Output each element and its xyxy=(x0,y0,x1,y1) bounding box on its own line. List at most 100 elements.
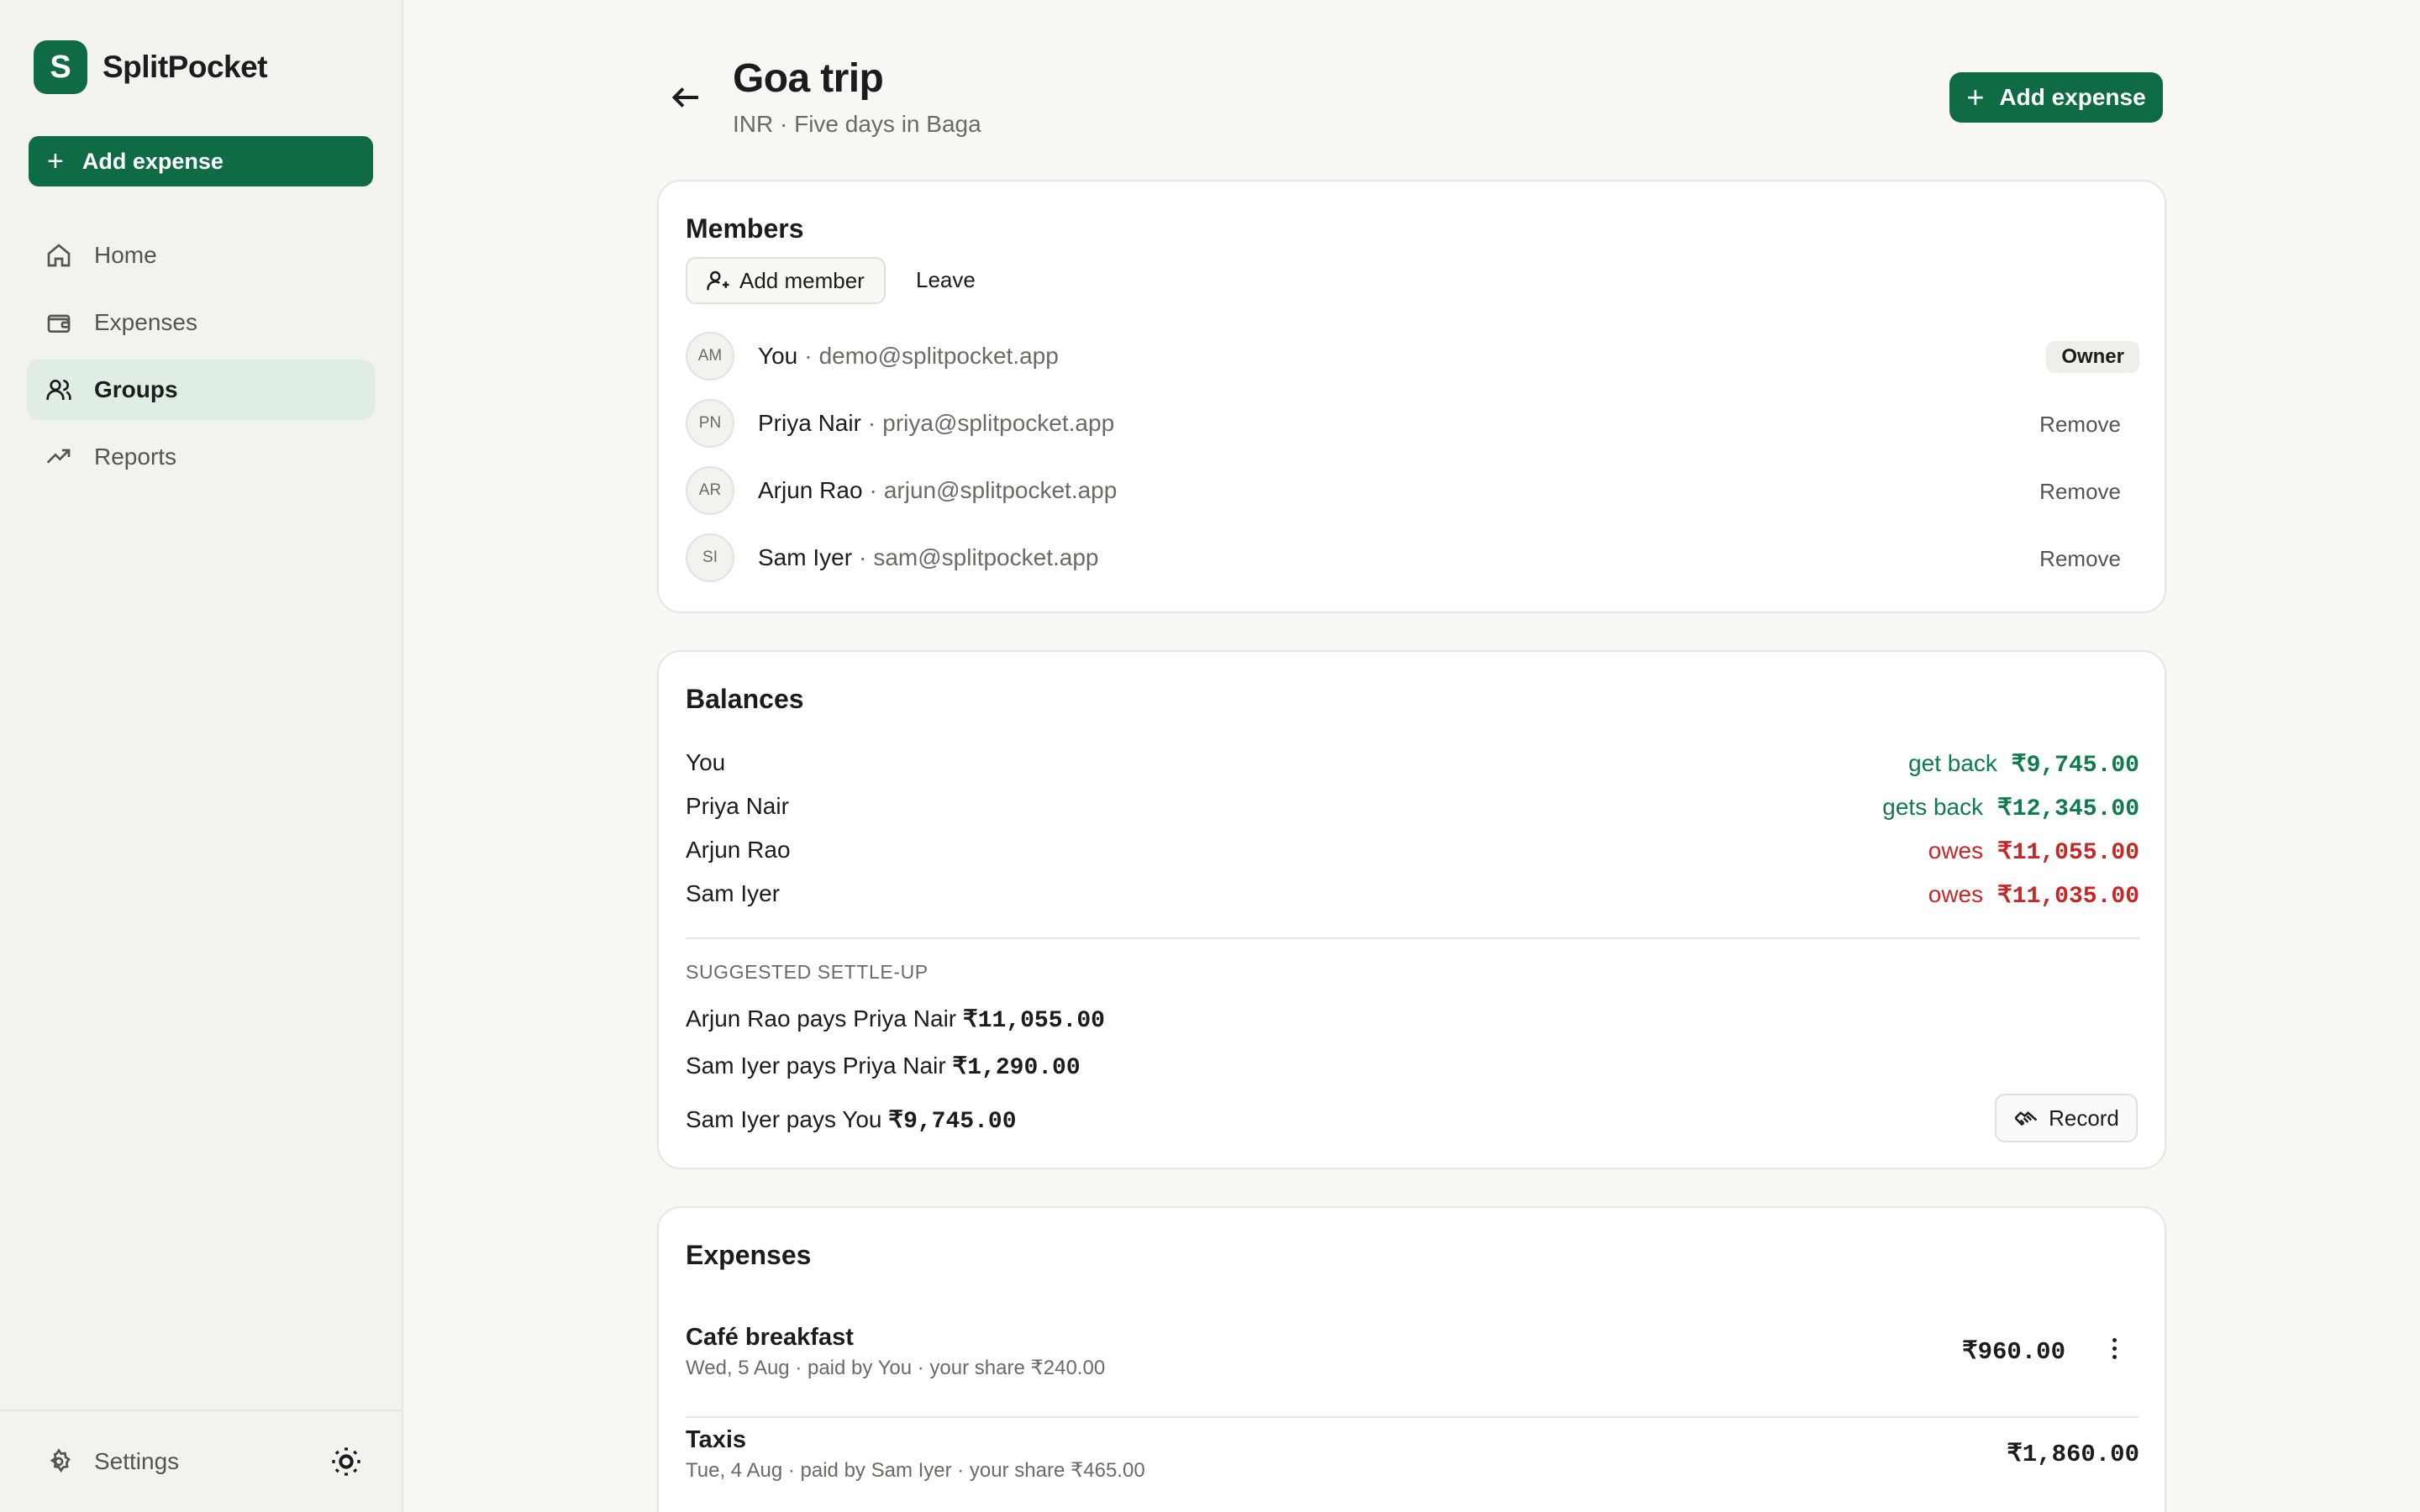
expense-amount: ₹1,860.00 xyxy=(2007,1441,2139,1468)
expense-name: Taxis xyxy=(686,1426,747,1453)
separator: · xyxy=(869,477,877,503)
balances-card: Balances You get back ₹9,745.00 Priya Na… xyxy=(657,650,2166,1169)
sidebar-footer: Settings xyxy=(0,1410,402,1512)
expenses-card: Expenses Café breakfast Wed, 5 Aug · pai… xyxy=(657,1206,2166,1512)
balance-amount: owes ₹11,035.00 xyxy=(1928,880,2139,910)
settle-up-label: SUGGESTED SETTLE-UP xyxy=(686,961,929,983)
remove-member-button[interactable]: Remove xyxy=(2039,479,2121,505)
sun-icon xyxy=(332,1447,360,1476)
theme-toggle-button[interactable] xyxy=(329,1445,366,1482)
avatar: AR xyxy=(686,466,734,515)
expense-name: Café breakfast xyxy=(686,1324,854,1351)
balance-value: ₹9,745.00 xyxy=(2011,753,2139,779)
balance-verb: gets back xyxy=(1882,794,1984,820)
members-title: Members xyxy=(686,213,804,244)
member-name: You xyxy=(758,343,798,369)
member-email: demo@splitpocket.app xyxy=(818,343,1059,369)
avatar: SI xyxy=(686,533,734,582)
balance-amount: get back ₹9,745.00 xyxy=(1908,749,2139,779)
home-icon xyxy=(47,244,71,267)
settle-amount: ₹11,055.00 xyxy=(962,1008,1105,1034)
balance-row: Priya Nair gets back ₹12,345.00 xyxy=(686,793,2139,827)
member-row: SI Sam Iyer · sam@splitpocket.app Remove xyxy=(686,533,2139,583)
expense-amount: ₹960.00 xyxy=(1962,1338,2065,1366)
settings-label: Settings xyxy=(94,1448,180,1474)
page-title: Goa trip xyxy=(733,56,884,101)
settle-row: Sam Iyer pays Priya Nair ₹1,290.00 xyxy=(686,1052,1081,1081)
settings-link[interactable]: Settings xyxy=(45,1448,179,1475)
balance-value: ₹11,055.00 xyxy=(1996,840,2139,866)
balance-value: ₹12,345.00 xyxy=(1996,796,2139,822)
back-button[interactable] xyxy=(671,84,701,111)
expense-meta: Wed, 5 Aug · paid by You · your share ₹2… xyxy=(686,1357,1106,1379)
settle-text: Arjun Rao pays Priya Nair xyxy=(686,1005,957,1032)
remove-member-button[interactable]: Remove xyxy=(2039,412,2121,438)
balance-row: You get back ₹9,745.00 xyxy=(686,749,2139,783)
owner-badge: Owner xyxy=(2046,341,2139,373)
sidebar-item-expenses[interactable]: Expenses xyxy=(27,292,375,353)
member-email: priya@splitpocket.app xyxy=(882,410,1115,436)
sidebar-item-label: Groups xyxy=(94,376,178,402)
member-email: sam@splitpocket.app xyxy=(873,544,1099,570)
expense-row[interactable]: Café breakfast Wed, 5 Aug · paid by You … xyxy=(686,1324,2139,1425)
add-member-label: Add member xyxy=(739,267,865,293)
sidebar-item-reports[interactable]: Reports xyxy=(27,427,375,487)
users-icon xyxy=(46,380,71,400)
settle-text: Sam Iyer pays You xyxy=(686,1106,882,1132)
avatar: PN xyxy=(686,399,734,448)
balance-row: Sam Iyer owes ₹11,035.00 xyxy=(686,880,2139,914)
app-root: S SplitPocket + Add expense Home Expense… xyxy=(0,0,2420,1512)
divider xyxy=(686,937,2139,939)
balance-amount: owes ₹11,055.00 xyxy=(1928,837,2139,866)
balance-amount: gets back ₹12,345.00 xyxy=(1882,793,2139,822)
app-name: SplitPocket xyxy=(103,50,268,84)
member-name: Priya Nair xyxy=(758,410,861,436)
balance-row: Arjun Rao owes ₹11,055.00 xyxy=(686,837,2139,870)
record-label: Record xyxy=(2049,1105,2119,1131)
plus-icon: + xyxy=(1966,80,1985,114)
sidebar-item-groups[interactable]: Groups xyxy=(27,360,375,420)
member-name: Arjun Rao xyxy=(758,477,863,503)
add-member-button[interactable]: Add member xyxy=(686,257,886,304)
separator: · xyxy=(867,410,876,436)
sidebar-nav: Home Expenses Groups Reports xyxy=(27,225,375,494)
balance-value: ₹11,035.00 xyxy=(1996,884,2139,910)
sidebar-item-label: Reports xyxy=(94,444,177,470)
expenses-title: Expenses xyxy=(686,1240,812,1270)
trending-up-icon xyxy=(46,449,71,464)
member-row: AM You · demo@splitpocket.app Owner xyxy=(686,331,2139,381)
handshake-icon xyxy=(2014,1111,2038,1126)
balance-name: Sam Iyer xyxy=(686,880,781,906)
add-expense-button[interactable]: + Add expense xyxy=(1949,72,2163,123)
members-card: Members Add member Leave AM You · demo@s… xyxy=(657,180,2166,613)
avatar: AM xyxy=(686,332,734,381)
settle-amount: ₹9,745.00 xyxy=(888,1109,1017,1135)
expense-row[interactable]: Taxis Tue, 4 Aug · paid by Sam Iyer · yo… xyxy=(686,1426,2139,1512)
remove-member-button[interactable]: Remove xyxy=(2039,546,2121,572)
settle-row: Arjun Rao pays Priya Nair ₹11,055.00 xyxy=(686,1005,1105,1034)
separator: · xyxy=(804,343,813,369)
more-vertical-icon[interactable] xyxy=(2107,1334,2121,1368)
sidebar-item-label: Home xyxy=(94,242,157,268)
expense-meta: Tue, 4 Aug · paid by Sam Iyer · your sha… xyxy=(686,1459,1145,1482)
sidebar-add-expense-button[interactable]: + Add expense xyxy=(29,136,373,186)
app-logo: S xyxy=(34,40,87,94)
sidebar-item-home[interactable]: Home xyxy=(27,225,375,286)
plus-icon: + xyxy=(47,145,64,177)
user-plus-icon xyxy=(707,270,729,291)
settle-text: Sam Iyer pays Priya Nair xyxy=(686,1053,946,1079)
sidebar: S SplitPocket + Add expense Home Expense… xyxy=(0,0,403,1512)
sidebar-add-expense-label: Add expense xyxy=(82,148,224,174)
leave-group-button[interactable]: Leave xyxy=(916,267,976,293)
wallet-icon xyxy=(47,314,71,333)
balance-verb: owes xyxy=(1928,881,1984,907)
arrow-left-icon xyxy=(671,87,698,108)
balances-title: Balances xyxy=(686,684,804,714)
record-payment-button[interactable]: Record xyxy=(1995,1094,2138,1142)
member-name: Sam Iyer xyxy=(758,544,853,570)
brand[interactable]: S SplitPocket xyxy=(34,40,268,94)
balance-verb: owes xyxy=(1928,837,1984,864)
member-row: AR Arjun Rao · arjun@splitpocket.app Rem… xyxy=(686,465,2139,516)
settle-amount: ₹1,290.00 xyxy=(952,1055,1081,1081)
settle-row: Sam Iyer pays You ₹9,745.00 xyxy=(686,1105,1017,1135)
